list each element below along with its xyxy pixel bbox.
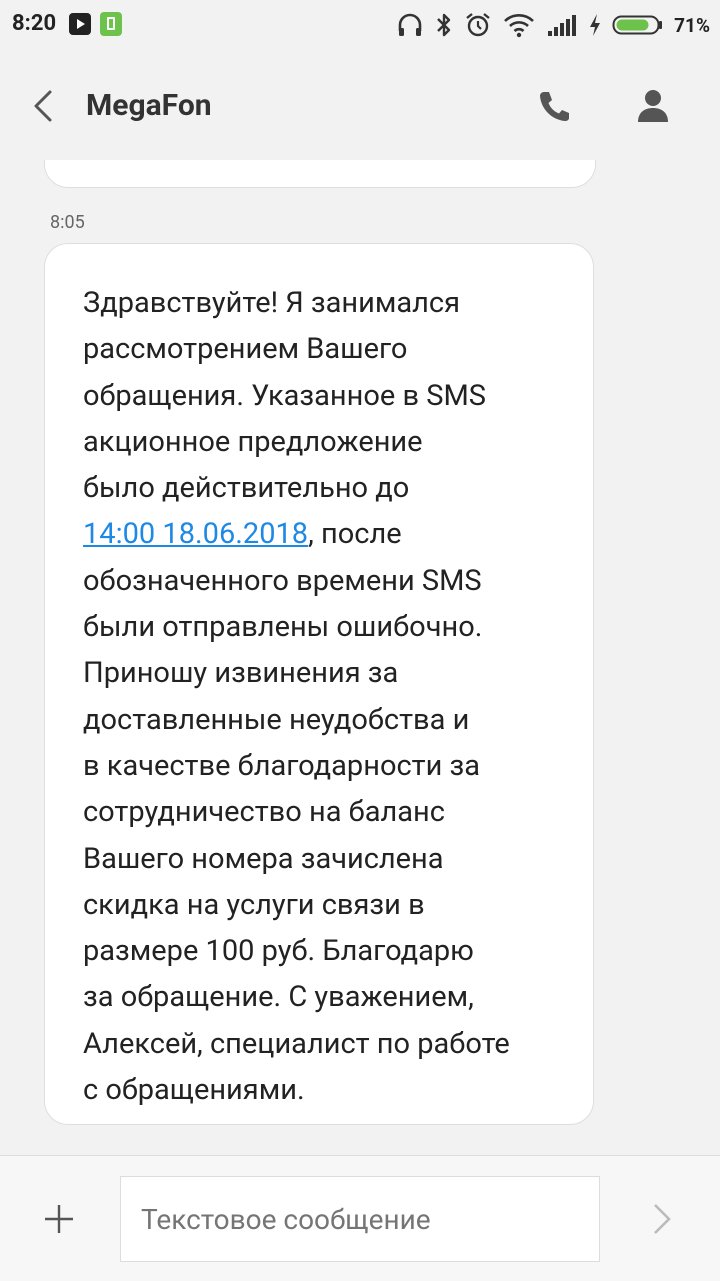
back-arrow-icon[interactable] bbox=[28, 88, 58, 124]
message-line: акционное предложение bbox=[83, 424, 423, 459]
composer-bar bbox=[0, 1155, 720, 1281]
message-line: за обращение. С уважением, bbox=[83, 980, 474, 1015]
sim-card-icon bbox=[100, 12, 122, 36]
wifi-icon bbox=[504, 14, 535, 38]
message-line: Приношу извинения за bbox=[83, 656, 399, 691]
headphones-icon bbox=[398, 13, 422, 36]
send-arrow-icon[interactable] bbox=[652, 1202, 672, 1236]
battery-icon bbox=[612, 15, 663, 35]
message-line: Алексей, специалист по работе bbox=[83, 1026, 510, 1061]
message-line: были отправлены ошибочно. bbox=[83, 610, 483, 645]
battery-percent: 71% bbox=[674, 13, 710, 37]
message-line: доставленные неудобства и bbox=[83, 702, 470, 737]
incoming-message-bubble[interactable]: Здравствуйте! Я занимался рассмотрением … bbox=[44, 243, 594, 1125]
message-line: рассмотрением Вашего bbox=[83, 332, 408, 367]
message-line: сотрудничество на баланс bbox=[83, 795, 445, 830]
charging-icon bbox=[590, 14, 601, 36]
status-time: 8:20 bbox=[12, 11, 57, 36]
message-line: было действительно до bbox=[83, 471, 410, 506]
message-line: обозначенного времени SMS bbox=[83, 563, 482, 598]
link-suffix-text: , после bbox=[308, 517, 402, 552]
status-icons: 71% bbox=[396, 8, 710, 42]
message-line: скидка на услуги связи в bbox=[83, 887, 425, 922]
status-bar: 8:20 71% bbox=[0, 0, 720, 50]
message-line: Здравствуйте! Я занимался bbox=[83, 286, 460, 320]
message-thread[interactable]: 8:05 Здравствуйте! Я занимался рассмотре… bbox=[0, 160, 720, 1155]
date-link[interactable]: 14:00 18.06.2018 bbox=[83, 517, 308, 551]
message-line: Вашего номера зачислена bbox=[83, 841, 444, 876]
alarm-icon bbox=[466, 13, 490, 37]
previous-message-bubble[interactable] bbox=[44, 160, 596, 188]
phone-call-icon[interactable] bbox=[536, 88, 570, 124]
message-line: с обращениями. bbox=[83, 1073, 305, 1108]
message-timestamp: 8:05 bbox=[50, 212, 85, 233]
message-line: размере 100 руб. Благодарю bbox=[83, 934, 474, 969]
contact-person-icon[interactable] bbox=[636, 88, 670, 124]
message-line: в качестве благодарности за bbox=[83, 748, 481, 783]
signal-icon bbox=[548, 15, 577, 36]
plus-icon[interactable] bbox=[42, 1202, 76, 1236]
contact-title: MegaFon bbox=[86, 88, 212, 123]
message-input[interactable] bbox=[120, 1176, 600, 1262]
message-line: обращения. Указанное в SMS bbox=[83, 378, 486, 413]
conversation-header: MegaFon bbox=[0, 50, 720, 161]
media-play-icon bbox=[69, 13, 91, 35]
bluetooth-icon bbox=[437, 13, 451, 37]
message-line-with-link: 14:00 18.06.2018, после bbox=[83, 511, 563, 557]
